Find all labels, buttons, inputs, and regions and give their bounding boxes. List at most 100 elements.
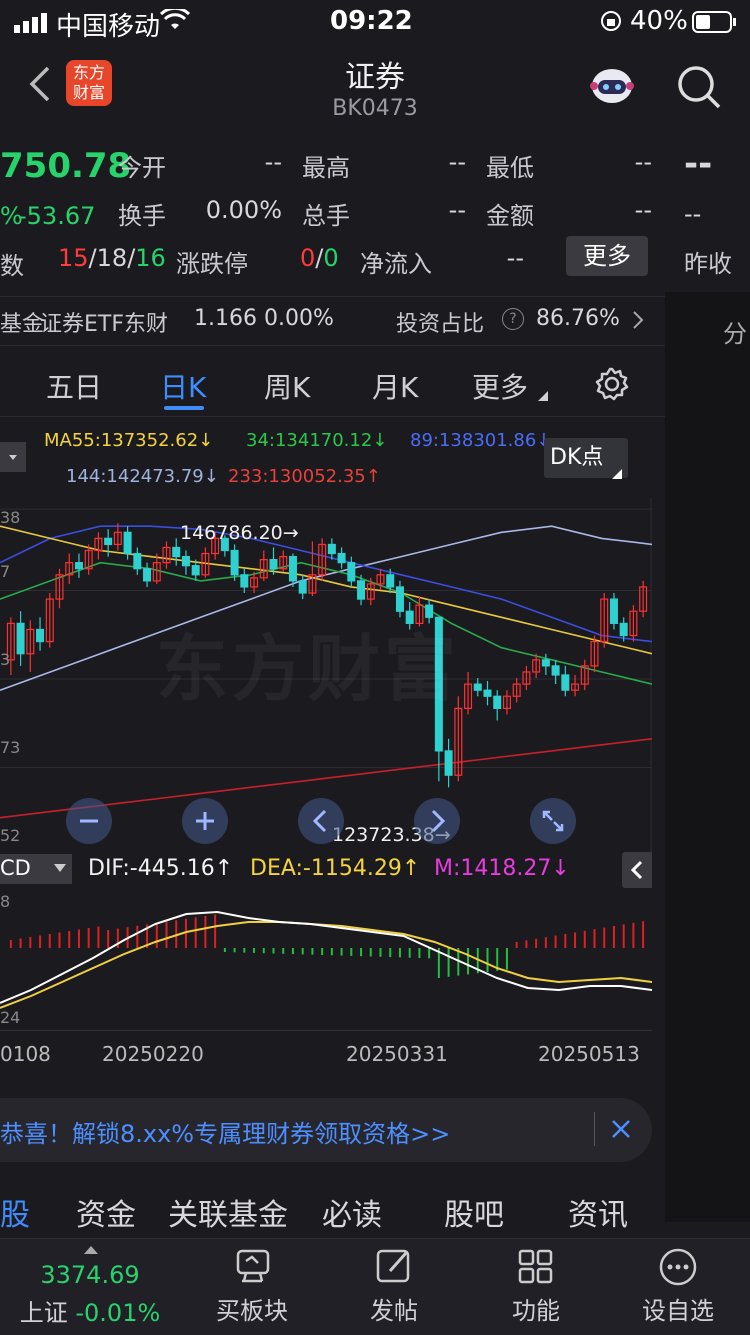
candle-body-13 [133,552,142,570]
netflow-label: 净流入 [360,250,432,278]
tab-daily-k[interactable]: 日K [160,366,206,406]
down-count: 16 [135,244,166,272]
tab-forum[interactable]: 股吧 [444,1190,504,1234]
y-tick-4: 73 [0,738,21,757]
nav-bar: 东方 财富 证券 BK0473 [0,40,750,130]
candle-body-56 [551,665,560,676]
tab-monthly-k[interactable]: 月K [372,366,418,406]
amount-value: -- [634,196,652,224]
dropdown-triangle-icon [538,386,548,405]
x-tick-2: 20250220 [102,1042,204,1066]
pan-right-button[interactable] [414,798,460,844]
fullscreen-button[interactable] [530,798,576,844]
quote-panel: 750.78 % -53.67 数 15/18/16 今开 -- 最高 -- 最… [0,132,750,292]
zoom-out-button[interactable] [66,798,112,844]
chevron-right-icon [632,310,644,334]
tab-five-day[interactable]: 五日 [46,366,102,406]
indicator-dropdown[interactable] [0,442,26,472]
orientation-lock-icon [600,9,622,39]
search-icon[interactable] [676,64,722,114]
netflow-value: -- [506,244,524,272]
etf-prefix: 基金 [0,312,45,337]
macd-dea: DEA:-1154.29↑ [250,856,421,881]
macd-m: M:1418.27↓ [434,856,570,881]
turnover-value: 0.00% [205,196,282,224]
candle-body-19 [191,565,200,576]
index-change: -0.01% [75,1299,161,1327]
tab-stocks[interactable]: 股 [0,1190,30,1234]
dif-line [0,910,652,1004]
etf-name: 证券ETF东财 [40,312,168,337]
last-price: 750.78 [0,146,132,186]
zoom-in-button[interactable] [182,798,228,844]
tab-must-read[interactable]: 必读 [322,1190,382,1234]
etf-row[interactable]: 基金 证券ETF东财 1.166 0.00% 投资占比 ? 86.76% [0,296,665,346]
post-button[interactable]: 发帖 [342,1247,446,1326]
tab-more[interactable]: 更多 [472,366,528,406]
limit-up-count: 0 [300,244,316,272]
candle-body-57 [561,674,570,691]
candle-body-50 [493,695,502,710]
post-label: 发帖 [370,1297,418,1325]
macd-chart [0,910,652,1009]
index-ticker[interactable]: 3374.69 上证 -0.01% [0,1261,180,1328]
side-panel: 分 [665,292,750,1222]
collapse-panel-button[interactable] [622,852,652,888]
ma55-label: MA55:137352.62↓ [44,430,214,451]
candle-body-29 [288,555,297,582]
settings-gear-icon[interactable] [594,366,630,406]
tab-funds-flow[interactable]: 资金 [76,1190,136,1234]
battery-percent: 40% [630,6,688,36]
count-label: 数 [0,252,24,280]
more-dots-icon [626,1247,730,1291]
candle-body-23 [230,549,239,576]
kline-chart-area[interactable]: MA55:137352.62↓ 34:134170.12↓ 89:138301.… [0,418,665,1086]
candle-body-35 [347,562,356,582]
add-watchlist-button[interactable]: 设自选 [626,1247,730,1326]
candle-body-33 [327,543,336,555]
candle-body-30 [298,580,307,594]
ma34-label: 34:134170.12↓ [246,430,388,451]
up-count: 15 [58,244,89,272]
close-icon[interactable] [610,1118,632,1144]
updown-counts: 15/18/16 [58,244,166,272]
side-label: 分 [723,320,747,348]
help-icon[interactable]: ? [502,308,524,330]
flat-count: 18 [96,244,128,272]
period-tabs: 五日 日K 周K 月K 更多 [0,352,665,417]
tab-related-funds[interactable]: 关联基金 [168,1190,288,1234]
candle-body-7 [74,562,83,570]
tab-weekly-k[interactable]: 周K [264,366,310,406]
candle-body-24 [240,574,249,588]
promo-banner[interactable]: 恭喜！解锁8.xx%专属理财券领取资格>> [0,1098,652,1162]
page-title: 证券 [345,60,405,95]
limit-down-count: 0 [323,244,339,272]
ratio-label: 投资占比 [396,312,485,337]
buy-sector-button[interactable]: 买板块 [200,1247,304,1326]
macd-name: CD [0,856,31,880]
candle-body-27 [269,559,278,570]
pan-left-button[interactable] [298,798,344,844]
y-tick-3: 3 [0,650,11,669]
open-value: -- [264,148,282,176]
prev-close-label: 昨收 [684,250,732,278]
low-value: -- [634,148,652,176]
functions-button[interactable]: 功能 [484,1247,588,1326]
ratio-value: 86.76% [536,306,620,331]
right-big-value: -- [684,144,713,184]
ma233-label: 233:130052.35↑ [228,466,381,487]
high-mark-value: 146786.20 [180,522,283,544]
clock: 09:22 [330,6,413,36]
open-label: 今开 [118,154,166,182]
macd-selector[interactable]: CD [0,854,72,884]
candle-body-49 [483,689,492,697]
more-button[interactable]: 更多 [566,236,648,276]
status-bar: 中国移动 09:22 40% [0,0,750,42]
robot-assistant-icon[interactable] [588,64,636,112]
grid-icon [484,1247,588,1291]
tab-news[interactable]: 资讯 [568,1190,628,1234]
macd-dif: DIF:-445.16↑ [88,856,234,881]
candle-body-39 [386,574,395,588]
candle-body-48 [473,683,482,691]
price-change: -53.67 [18,202,96,230]
